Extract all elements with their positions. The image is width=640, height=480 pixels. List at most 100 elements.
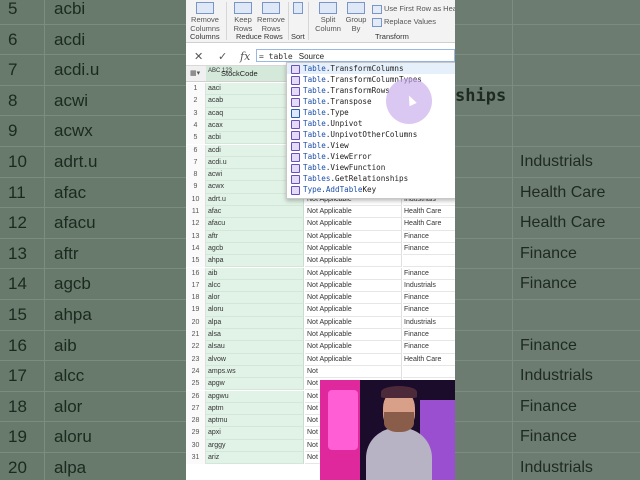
row-number[interactable]: 17 bbox=[186, 279, 206, 293]
row-number[interactable]: 11 bbox=[186, 206, 206, 219]
applicable-cell[interactable]: Not Applicable bbox=[305, 218, 402, 231]
applicable-cell[interactable]: Not Applicable bbox=[305, 206, 402, 219]
row-number[interactable]: 26 bbox=[186, 390, 206, 403]
industry-cell[interactable]: Health Care bbox=[403, 206, 455, 219]
replace-values-button[interactable]: Replace Values bbox=[372, 17, 436, 27]
industry-cell[interactable]: Health Care bbox=[403, 218, 455, 231]
row-number[interactable]: 18 bbox=[186, 292, 206, 305]
row-number[interactable]: 21 bbox=[186, 329, 206, 342]
row-number[interactable]: 16 bbox=[186, 267, 206, 280]
industry-cell[interactable] bbox=[403, 366, 455, 379]
applicable-cell[interactable]: Not Applicable bbox=[305, 304, 402, 317]
stockcode-cell[interactable]: aptm bbox=[206, 402, 304, 416]
row-number[interactable]: 3 bbox=[186, 107, 206, 120]
autocomplete-item[interactable]: Table.ViewError bbox=[287, 151, 455, 162]
row-number[interactable]: 13 bbox=[186, 230, 206, 243]
row-number[interactable]: 29 bbox=[186, 427, 206, 440]
row-number[interactable]: 25 bbox=[186, 378, 206, 391]
row-number[interactable]: 23 bbox=[186, 353, 206, 366]
applicable-cell[interactable]: Not Applicable bbox=[305, 353, 402, 366]
industry-cell[interactable]: Industrials bbox=[403, 317, 455, 329]
stockcode-cell[interactable]: alor bbox=[206, 292, 304, 305]
row-number[interactable]: 22 bbox=[186, 341, 206, 354]
row-number[interactable]: 9 bbox=[186, 181, 206, 194]
applicable-cell[interactable]: Not Applicable bbox=[305, 267, 402, 280]
split-column-button[interactable]: Split Column bbox=[312, 2, 344, 33]
autocomplete-item[interactable]: Table.UnpivotOtherColumns bbox=[287, 129, 455, 140]
industry-cell[interactable]: Finance bbox=[403, 292, 455, 305]
applicable-cell[interactable]: Not Applicable bbox=[305, 279, 402, 293]
commit-formula-icon[interactable]: ✓ bbox=[218, 50, 227, 63]
keep-rows-button[interactable]: Keep Rows bbox=[230, 2, 256, 33]
table-menu-icon[interactable]: ▦▾ bbox=[190, 69, 200, 77]
row-number[interactable]: 6 bbox=[186, 144, 206, 157]
stockcode-cell[interactable]: alsa bbox=[206, 329, 304, 342]
industry-cell[interactable]: Finance bbox=[403, 268, 455, 280]
industry-cell[interactable]: Finance bbox=[403, 231, 455, 243]
industry-cell[interactable]: Health Care bbox=[403, 354, 455, 366]
stockcode-cell[interactable]: alvow bbox=[206, 353, 304, 366]
group-by-button[interactable]: Group By bbox=[344, 2, 368, 33]
stockcode-cell[interactable]: agcb bbox=[206, 242, 304, 256]
applicable-cell[interactable]: Not Applicable bbox=[305, 230, 402, 243]
sort-button[interactable] bbox=[290, 2, 306, 15]
autocomplete-item[interactable]: Table.TransformColumnTypes bbox=[287, 74, 455, 85]
fx-icon[interactable]: fx bbox=[240, 50, 250, 63]
row-number[interactable]: 5 bbox=[186, 132, 206, 145]
formula-input[interactable]: = table Source bbox=[256, 49, 455, 62]
industry-cell[interactable]: Finance bbox=[403, 304, 455, 317]
row-number[interactable]: 8 bbox=[186, 169, 206, 182]
industry-cell[interactable] bbox=[403, 255, 455, 268]
stockcode-cell[interactable]: aftr bbox=[206, 230, 304, 243]
stockcode-cell[interactable]: ariz bbox=[206, 452, 304, 465]
stockcode-cell[interactable]: aib bbox=[206, 267, 304, 280]
row-number[interactable]: 4 bbox=[186, 119, 206, 133]
stockcode-cell[interactable]: alsau bbox=[206, 341, 304, 354]
stockcode-cell[interactable]: alcc bbox=[206, 279, 304, 293]
row-number[interactable]: 2 bbox=[186, 95, 206, 108]
stockcode-cell[interactable]: arggy bbox=[206, 439, 304, 452]
stockcode-cell[interactable]: apgwu bbox=[206, 390, 304, 403]
row-number[interactable]: 1 bbox=[186, 83, 206, 96]
stockcode-cell[interactable]: alpa bbox=[206, 316, 304, 329]
remove-columns-button[interactable]: Remove Columns bbox=[190, 2, 220, 33]
stockcode-cell[interactable]: aptmu bbox=[206, 415, 304, 428]
applicable-cell[interactable]: Not Applicable bbox=[305, 292, 402, 305]
autocomplete-item[interactable]: Table.View bbox=[287, 140, 455, 151]
stockcode-cell[interactable]: amps.ws bbox=[206, 365, 304, 379]
row-number[interactable]: 19 bbox=[186, 304, 206, 317]
row-number[interactable]: 10 bbox=[186, 193, 206, 206]
industry-cell[interactable]: Finance bbox=[403, 341, 455, 354]
applicable-cell[interactable]: Not bbox=[305, 365, 402, 379]
row-number[interactable]: 27 bbox=[186, 402, 206, 416]
row-number[interactable]: 12 bbox=[186, 218, 206, 231]
autocomplete-item[interactable]: Type.AddTableKey bbox=[287, 184, 455, 195]
industry-cell[interactable]: Finance bbox=[403, 329, 455, 342]
industry-cell[interactable]: Finance bbox=[403, 243, 455, 256]
stockcode-cell[interactable]: apxi bbox=[206, 427, 304, 440]
stockcode-cell[interactable]: afacu bbox=[206, 218, 304, 231]
industry-cell[interactable]: Industrials bbox=[403, 280, 455, 293]
row-number[interactable]: 7 bbox=[186, 156, 206, 170]
use-first-row-button[interactable]: Use First Row as Headers bbox=[372, 4, 455, 14]
applicable-cell[interactable]: Not Applicable bbox=[305, 316, 402, 329]
row-number[interactable]: 24 bbox=[186, 365, 206, 379]
applicable-cell[interactable]: Not Applicable bbox=[305, 329, 402, 342]
row-number[interactable]: 15 bbox=[186, 255, 206, 268]
autocomplete-item[interactable]: Table.Unpivot bbox=[287, 118, 455, 129]
cancel-formula-icon[interactable]: ✕ bbox=[194, 50, 203, 63]
row-number[interactable]: 30 bbox=[186, 439, 206, 452]
row-number[interactable]: 20 bbox=[186, 316, 206, 329]
row-number[interactable]: 31 bbox=[186, 452, 206, 465]
autocomplete-item[interactable]: Table.TransformColumns bbox=[287, 63, 455, 74]
stockcode-cell[interactable]: apgw bbox=[206, 378, 304, 391]
stockcode-cell[interactable]: afac bbox=[206, 206, 304, 219]
row-number[interactable]: 28 bbox=[186, 415, 206, 428]
applicable-cell[interactable]: Not Applicable bbox=[305, 242, 402, 256]
remove-rows-button[interactable]: Remove Rows bbox=[256, 2, 286, 33]
row-number[interactable]: 14 bbox=[186, 242, 206, 256]
stockcode-cell[interactable]: aloru bbox=[206, 304, 304, 317]
autocomplete-item[interactable]: Table.ViewFunction bbox=[287, 162, 455, 173]
stockcode-cell[interactable]: ahpa bbox=[206, 255, 304, 268]
applicable-cell[interactable]: Not Applicable bbox=[305, 255, 402, 268]
